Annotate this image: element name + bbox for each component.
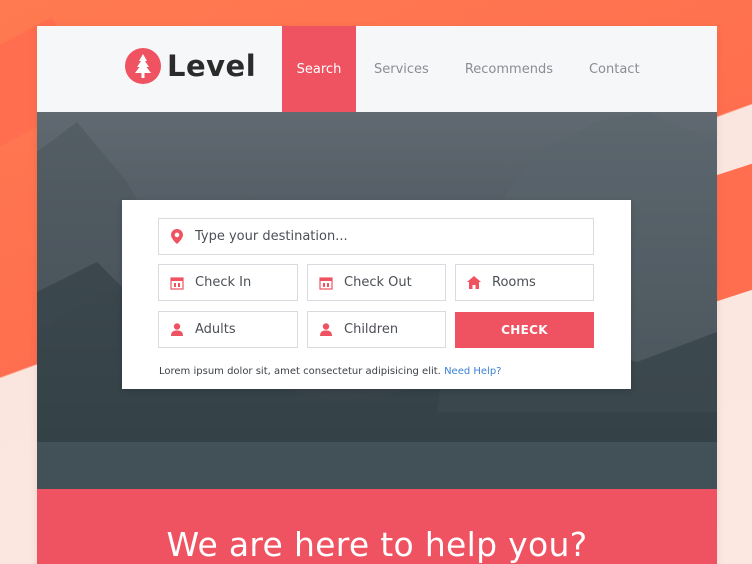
check-button[interactable]: CHECK bbox=[455, 312, 594, 348]
check-in-placeholder: Check In bbox=[195, 275, 252, 290]
logo[interactable]: Level bbox=[125, 48, 256, 84]
rooms-field[interactable]: Rooms bbox=[455, 264, 594, 301]
main-nav: Search Services Recommends Contact bbox=[282, 26, 658, 112]
map-pin-icon bbox=[159, 229, 195, 244]
nav-item-search[interactable]: Search bbox=[282, 26, 356, 112]
need-help-link[interactable]: Need Help? bbox=[444, 366, 501, 377]
nav-item-contact[interactable]: Contact bbox=[571, 26, 658, 112]
destination-field[interactable]: Type your destination... bbox=[158, 218, 594, 255]
tree-icon bbox=[125, 48, 161, 84]
nav-item-recommends[interactable]: Recommends bbox=[447, 26, 571, 112]
check-out-placeholder: Check Out bbox=[344, 275, 412, 290]
rooms-placeholder: Rooms bbox=[492, 275, 536, 290]
help-note: Lorem ipsum dolor sit, amet consectetur … bbox=[159, 366, 501, 377]
hero-section: Type your destination... Check In Check … bbox=[37, 112, 717, 490]
banner-title: We are here to help you? bbox=[166, 525, 588, 564]
check-in-field[interactable]: Check In bbox=[158, 264, 298, 301]
adults-field[interactable]: Adults bbox=[158, 311, 298, 348]
destination-placeholder: Type your destination... bbox=[195, 229, 348, 244]
note-text: Lorem ipsum dolor sit, amet consectetur … bbox=[159, 366, 441, 377]
brand-name: Level bbox=[167, 49, 257, 83]
help-banner: We are here to help you? bbox=[37, 489, 717, 564]
search-card: Type your destination... Check In Check … bbox=[122, 200, 631, 389]
site-frame: Level Search Services Recommends Contact… bbox=[37, 26, 717, 564]
nav-item-services[interactable]: Services bbox=[356, 26, 447, 112]
calendar-icon bbox=[159, 276, 195, 290]
home-icon bbox=[456, 276, 492, 289]
check-out-field[interactable]: Check Out bbox=[307, 264, 446, 301]
children-field[interactable]: Children bbox=[307, 311, 446, 348]
user-icon bbox=[159, 323, 195, 336]
user-icon bbox=[308, 323, 344, 336]
calendar-icon bbox=[308, 276, 344, 290]
children-placeholder: Children bbox=[344, 322, 399, 337]
adults-placeholder: Adults bbox=[195, 322, 236, 337]
site-header: Level Search Services Recommends Contact bbox=[37, 26, 717, 112]
